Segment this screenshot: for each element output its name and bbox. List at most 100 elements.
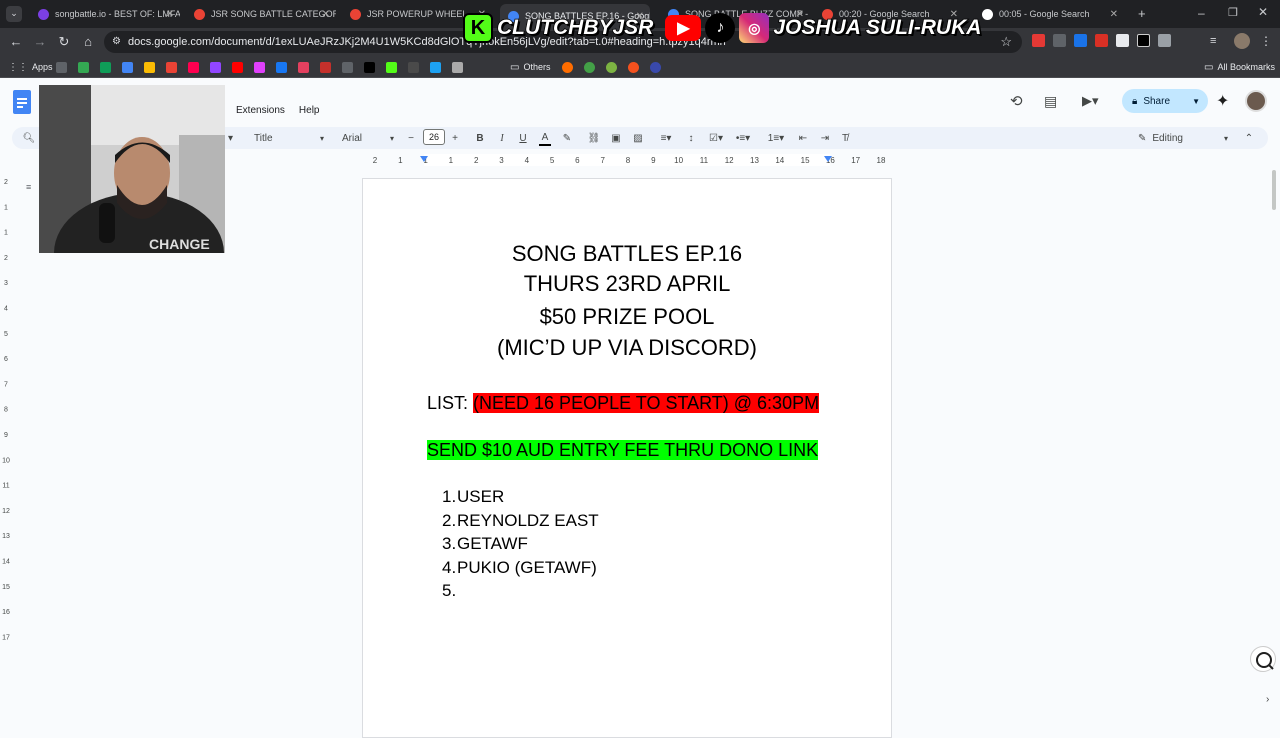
minimize-button[interactable]: – — [1198, 6, 1205, 20]
pdf-icon[interactable] — [1095, 34, 1108, 47]
adblock-icon[interactable] — [1032, 34, 1045, 47]
align-icon[interactable]: ≡▾ — [656, 130, 676, 146]
doc-title-line[interactable]: SONG BATTLES EP.16 — [362, 241, 892, 267]
comments-icon[interactable]: ▤ — [1044, 93, 1057, 110]
doc-date-line[interactable]: THURS 23RD APRIL — [362, 271, 892, 297]
bookmark-icon[interactable] — [386, 62, 397, 73]
bookmark-star-icon[interactable]: ☆ — [1000, 34, 1012, 50]
bookmark-folder-others[interactable]: ▭ Others — [510, 60, 550, 74]
extension-icon[interactable] — [1137, 34, 1150, 47]
bookmark-icon[interactable] — [408, 62, 419, 73]
bookmark-icon[interactable] — [276, 62, 287, 73]
chevron-down-icon[interactable]: ▼ — [1192, 97, 1200, 106]
horizontal-ruler[interactable]: 2 1 1 1 2 3 4 5 6 7 8 9 10 11 12 13 14 15 16 17 18 — [362, 154, 892, 166]
bookmark-icon[interactable] — [430, 62, 441, 73]
italic-icon[interactable]: I — [496, 130, 508, 146]
bookmark-icon[interactable] — [188, 62, 199, 73]
bookmark-icon[interactable] — [78, 62, 89, 73]
bookmark-icon[interactable] — [56, 62, 67, 73]
tab-search-button[interactable]: ⌄ — [6, 6, 22, 22]
tab-close-icon[interactable]: ✕ — [1110, 9, 1118, 20]
meet-icon[interactable]: ▶▾ — [1082, 93, 1099, 109]
bookmark-icon[interactable] — [452, 62, 463, 73]
list-item[interactable]: 1.USER — [442, 487, 504, 507]
browser-tab[interactable]: songbattle.io - BEST OF: LMFAO ✕ — [30, 4, 180, 24]
hide-menus-icon[interactable]: ⌃ — [1242, 130, 1256, 146]
decrease-font-icon[interactable]: − — [406, 130, 416, 146]
add-comment-icon[interactable]: ▣ — [609, 130, 623, 146]
bookmark-icon[interactable] — [210, 62, 221, 73]
extension-icon[interactable] — [1053, 34, 1066, 47]
back-icon[interactable]: ← — [8, 34, 24, 50]
bookmark-icon[interactable] — [562, 62, 573, 73]
extension-icon[interactable] — [1074, 34, 1087, 47]
share-button[interactable]: 🔒︎ Share ▼ — [1122, 89, 1208, 113]
text-color-icon[interactable]: A — [539, 130, 551, 146]
browser-tab[interactable]: 00:05 - Google Search ✕ — [974, 4, 1124, 24]
bookmark-icon[interactable] — [606, 62, 617, 73]
style-chevron-icon[interactable]: ▾ — [228, 130, 233, 146]
bookmark-icon[interactable] — [628, 62, 639, 73]
paragraph-style-select[interactable]: Title ▾ — [254, 130, 324, 146]
side-panel-toggle-icon[interactable]: › — [1266, 694, 1269, 705]
increase-indent-icon[interactable]: ⇥ — [818, 130, 832, 146]
list-item[interactable]: 5. — [442, 581, 457, 601]
vertical-ruler[interactable]: 211234567891011121314151617 — [0, 172, 12, 720]
increase-font-icon[interactable]: + — [450, 130, 460, 146]
list-item[interactable]: 3.GETAWF — [442, 534, 528, 554]
vertical-scrollbar[interactable] — [1270, 170, 1278, 720]
font-select[interactable]: Arial ▾ — [342, 130, 394, 146]
bookmark-icon[interactable] — [298, 62, 309, 73]
bookmark-all[interactable]: ▭ All Bookmarks — [1204, 60, 1275, 74]
list-heading[interactable]: LIST: (NEED 16 PEOPLE TO START) @ 6:30PM — [427, 393, 820, 414]
bookmark-icon[interactable] — [166, 62, 177, 73]
site-info-icon[interactable]: ⚙ — [112, 36, 121, 47]
font-size-input[interactable]: 26 — [423, 129, 445, 145]
bold-icon[interactable]: B — [474, 130, 486, 146]
tab-close-icon[interactable]: ✕ — [322, 9, 330, 20]
version-history-icon[interactable]: ⟲ — [1010, 92, 1023, 110]
list-item[interactable]: 4.PUKIO (GETAWF) — [442, 558, 597, 578]
bookmark-icon[interactable] — [584, 62, 595, 73]
line-spacing-icon[interactable]: ↕ — [684, 130, 698, 146]
bulleted-list-icon[interactable]: •≡▾ — [733, 130, 753, 146]
bookmark-icon[interactable] — [122, 62, 133, 73]
reload-icon[interactable]: ↻ — [56, 34, 72, 50]
underline-icon[interactable]: U — [517, 130, 529, 146]
insert-link-icon[interactable]: ⛓︎ — [587, 130, 601, 146]
highlight-color-icon[interactable]: ✎ — [561, 130, 573, 146]
bookmark-icon[interactable] — [100, 62, 111, 73]
new-tab-button[interactable]: + — [1138, 6, 1146, 21]
chrome-menu-icon[interactable]: ⋮ — [1260, 34, 1272, 48]
menu-extensions[interactable]: Extensions — [236, 105, 285, 116]
decrease-indent-icon[interactable]: ⇤ — [796, 130, 810, 146]
bookmark-icon[interactable] — [342, 62, 353, 73]
entry-fee-line[interactable]: SEND $10 AUD ENTRY FEE THRU DONO LINK — [427, 440, 819, 461]
search-menus-icon[interactable]: 🔍︎ — [22, 130, 36, 146]
browser-tab[interactable]: JSR SONG BATTLE CATEGORY ✕ — [186, 4, 336, 24]
forward-icon[interactable]: → — [32, 34, 48, 50]
editing-mode-select[interactable]: ✎ Editing ▾ — [1138, 130, 1228, 146]
gemini-icon[interactable]: ✦ — [1216, 91, 1229, 111]
close-window-button[interactable]: ✕ — [1258, 5, 1268, 19]
extension-icon[interactable] — [1116, 34, 1129, 47]
doc-discord-line[interactable]: (MIC’D UP VIA DISCORD) — [362, 335, 892, 361]
menu-help[interactable]: Help — [299, 105, 320, 116]
docs-logo-icon[interactable] — [13, 90, 31, 114]
puzzle-icon[interactable] — [1158, 34, 1171, 47]
restore-button[interactable]: ❐ — [1228, 6, 1238, 19]
bookmark-icon[interactable] — [364, 62, 375, 73]
account-avatar[interactable] — [1245, 90, 1267, 112]
home-icon[interactable]: ⌂ — [80, 34, 96, 50]
clear-formatting-icon[interactable]: T̸ — [838, 130, 852, 146]
bookmark-icon[interactable] — [254, 62, 265, 73]
insert-image-icon[interactable]: ▨ — [631, 130, 645, 146]
list-item[interactable]: 2.REYNOLDZ EAST — [442, 511, 599, 531]
reading-list-icon[interactable]: ≡ — [1210, 35, 1216, 47]
bookmark-icon[interactable] — [232, 62, 243, 73]
bookmark-icon[interactable] — [650, 62, 661, 73]
numbered-list-icon[interactable]: 1≡▾ — [766, 130, 786, 146]
profile-avatar[interactable] — [1234, 33, 1250, 49]
bookmark-icon[interactable] — [144, 62, 155, 73]
bookmark-icon[interactable] — [320, 62, 331, 73]
